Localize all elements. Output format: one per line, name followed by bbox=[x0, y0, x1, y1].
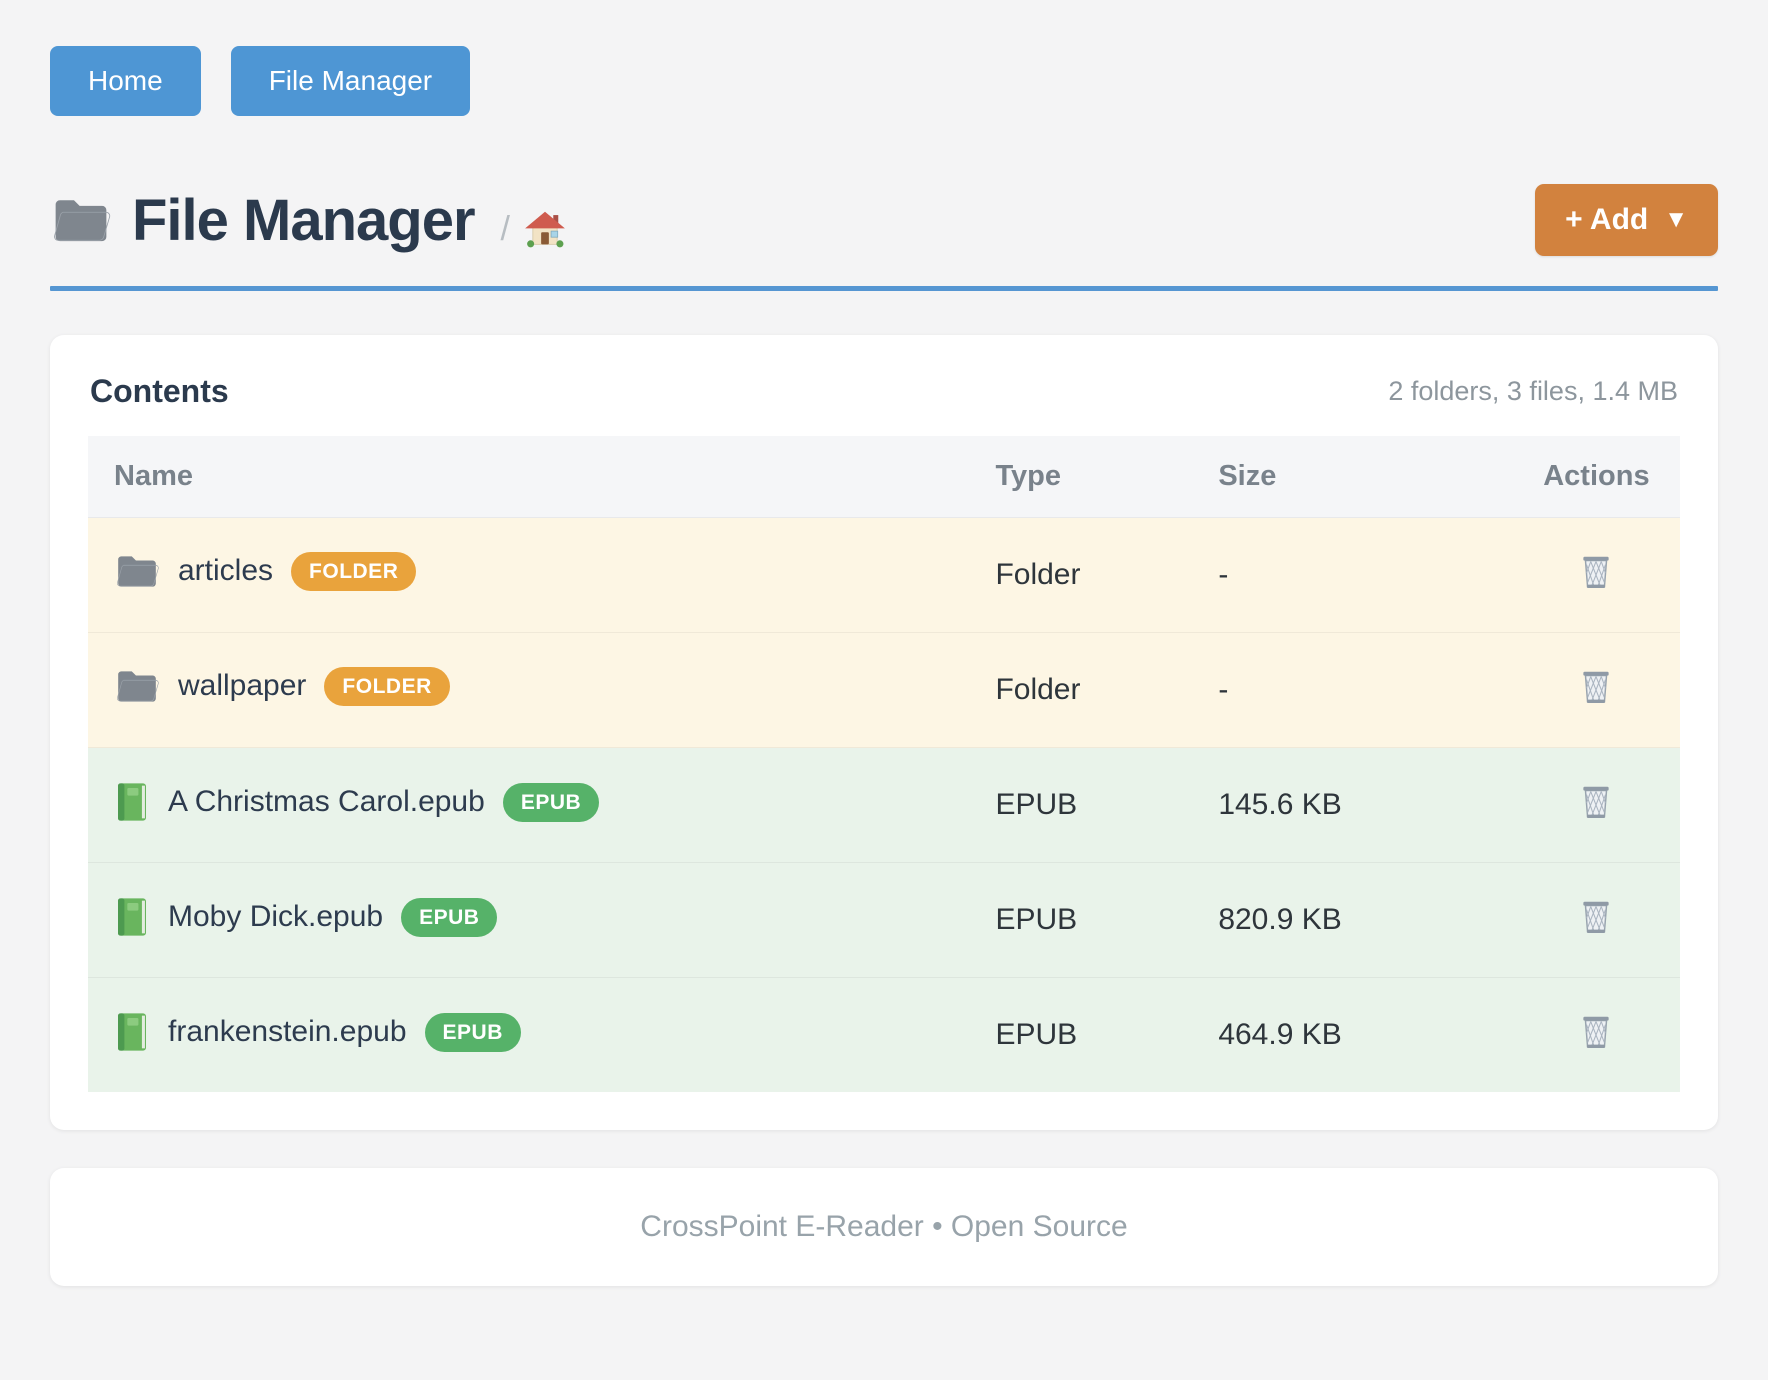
add-button-label: + Add bbox=[1565, 205, 1648, 235]
delete-button[interactable] bbox=[1577, 551, 1615, 594]
column-header-size: Size bbox=[1218, 436, 1513, 518]
title-divider bbox=[50, 286, 1718, 291]
add-button[interactable]: + Add ▼ bbox=[1535, 184, 1718, 256]
size-cell: 820.9 KB bbox=[1218, 863, 1513, 978]
trash-icon bbox=[1577, 666, 1615, 706]
contents-title: Contents bbox=[90, 373, 229, 410]
table-row: Moby Dick.epub EPUB EPUB 820.9 KB bbox=[88, 863, 1680, 978]
delete-button[interactable] bbox=[1577, 896, 1615, 939]
folder-icon bbox=[50, 193, 112, 247]
contents-summary: 2 folders, 3 files, 1.4 MB bbox=[1388, 376, 1678, 407]
type-cell: Folder bbox=[995, 518, 1218, 633]
file-name-link[interactable]: Moby Dick.epub bbox=[168, 900, 383, 934]
home-icon[interactable] bbox=[524, 210, 566, 250]
page-header: File Manager / + Add ▼ bbox=[50, 184, 1718, 256]
book-icon bbox=[114, 781, 150, 823]
column-header-name: Name bbox=[88, 436, 995, 518]
table-header-row: Name Type Size Actions bbox=[88, 436, 1680, 518]
delete-button[interactable] bbox=[1577, 781, 1615, 824]
file-name-link[interactable]: A Christmas Carol.epub bbox=[168, 785, 485, 819]
title-wrap: File Manager / bbox=[50, 187, 566, 254]
type-cell: Folder bbox=[995, 633, 1218, 748]
table-row: articles FOLDER Folder - bbox=[88, 518, 1680, 633]
folder-badge: FOLDER bbox=[324, 667, 449, 706]
breadcrumb-separator: / bbox=[501, 210, 510, 249]
footer: CrossPoint E-Reader • Open Source bbox=[50, 1168, 1718, 1286]
column-header-actions: Actions bbox=[1513, 436, 1680, 518]
epub-badge: EPUB bbox=[401, 898, 497, 937]
actions-cell bbox=[1513, 518, 1680, 633]
actions-cell bbox=[1513, 748, 1680, 863]
name-cell: Moby Dick.epub EPUB bbox=[88, 863, 995, 971]
actions-cell bbox=[1513, 978, 1680, 1093]
epub-badge: EPUB bbox=[425, 1013, 521, 1052]
folder-name-link[interactable]: articles bbox=[178, 554, 273, 588]
contents-card: Contents 2 folders, 3 files, 1.4 MB Name… bbox=[50, 335, 1718, 1130]
name-cell: frankenstein.epub EPUB bbox=[88, 978, 995, 1086]
book-icon bbox=[114, 896, 150, 938]
page-title: File Manager bbox=[132, 187, 475, 254]
file-name-link[interactable]: frankenstein.epub bbox=[168, 1015, 407, 1049]
actions-cell bbox=[1513, 863, 1680, 978]
footer-text: CrossPoint E-Reader • Open Source bbox=[92, 1210, 1676, 1244]
home-button[interactable]: Home bbox=[50, 46, 201, 116]
files-table: Name Type Size Actions articles FOLDER F… bbox=[88, 436, 1680, 1092]
type-cell: EPUB bbox=[995, 748, 1218, 863]
name-cell: wallpaper FOLDER bbox=[88, 633, 995, 739]
actions-cell bbox=[1513, 633, 1680, 748]
top-nav: Home File Manager bbox=[50, 0, 1718, 116]
trash-icon bbox=[1577, 781, 1615, 821]
table-row: frankenstein.epub EPUB EPUB 464.9 KB bbox=[88, 978, 1680, 1093]
trash-icon bbox=[1577, 551, 1615, 591]
breadcrumb: / bbox=[501, 210, 566, 254]
table-row: wallpaper FOLDER Folder - bbox=[88, 633, 1680, 748]
column-header-type: Type bbox=[995, 436, 1218, 518]
name-cell: A Christmas Carol.epub EPUB bbox=[88, 748, 995, 856]
contents-header: Contents 2 folders, 3 files, 1.4 MB bbox=[88, 373, 1680, 410]
name-cell: articles FOLDER bbox=[88, 518, 995, 624]
folder-badge: FOLDER bbox=[291, 552, 416, 591]
table-row: A Christmas Carol.epub EPUB EPUB 145.6 K… bbox=[88, 748, 1680, 863]
folder-name-link[interactable]: wallpaper bbox=[178, 669, 306, 703]
caret-down-icon: ▼ bbox=[1664, 208, 1688, 232]
size-cell: 464.9 KB bbox=[1218, 978, 1513, 1093]
file-manager-button[interactable]: File Manager bbox=[231, 46, 470, 116]
delete-button[interactable] bbox=[1577, 1011, 1615, 1054]
book-icon bbox=[114, 1011, 150, 1053]
trash-icon bbox=[1577, 896, 1615, 936]
page: Home File Manager File Manager / + Add ▼… bbox=[0, 0, 1768, 1286]
folder-icon bbox=[114, 551, 160, 591]
type-cell: EPUB bbox=[995, 863, 1218, 978]
size-cell: 145.6 KB bbox=[1218, 748, 1513, 863]
type-cell: EPUB bbox=[995, 978, 1218, 1093]
size-cell: - bbox=[1218, 633, 1513, 748]
folder-icon bbox=[114, 666, 160, 706]
delete-button[interactable] bbox=[1577, 666, 1615, 709]
trash-icon bbox=[1577, 1011, 1615, 1051]
size-cell: - bbox=[1218, 518, 1513, 633]
epub-badge: EPUB bbox=[503, 783, 599, 822]
